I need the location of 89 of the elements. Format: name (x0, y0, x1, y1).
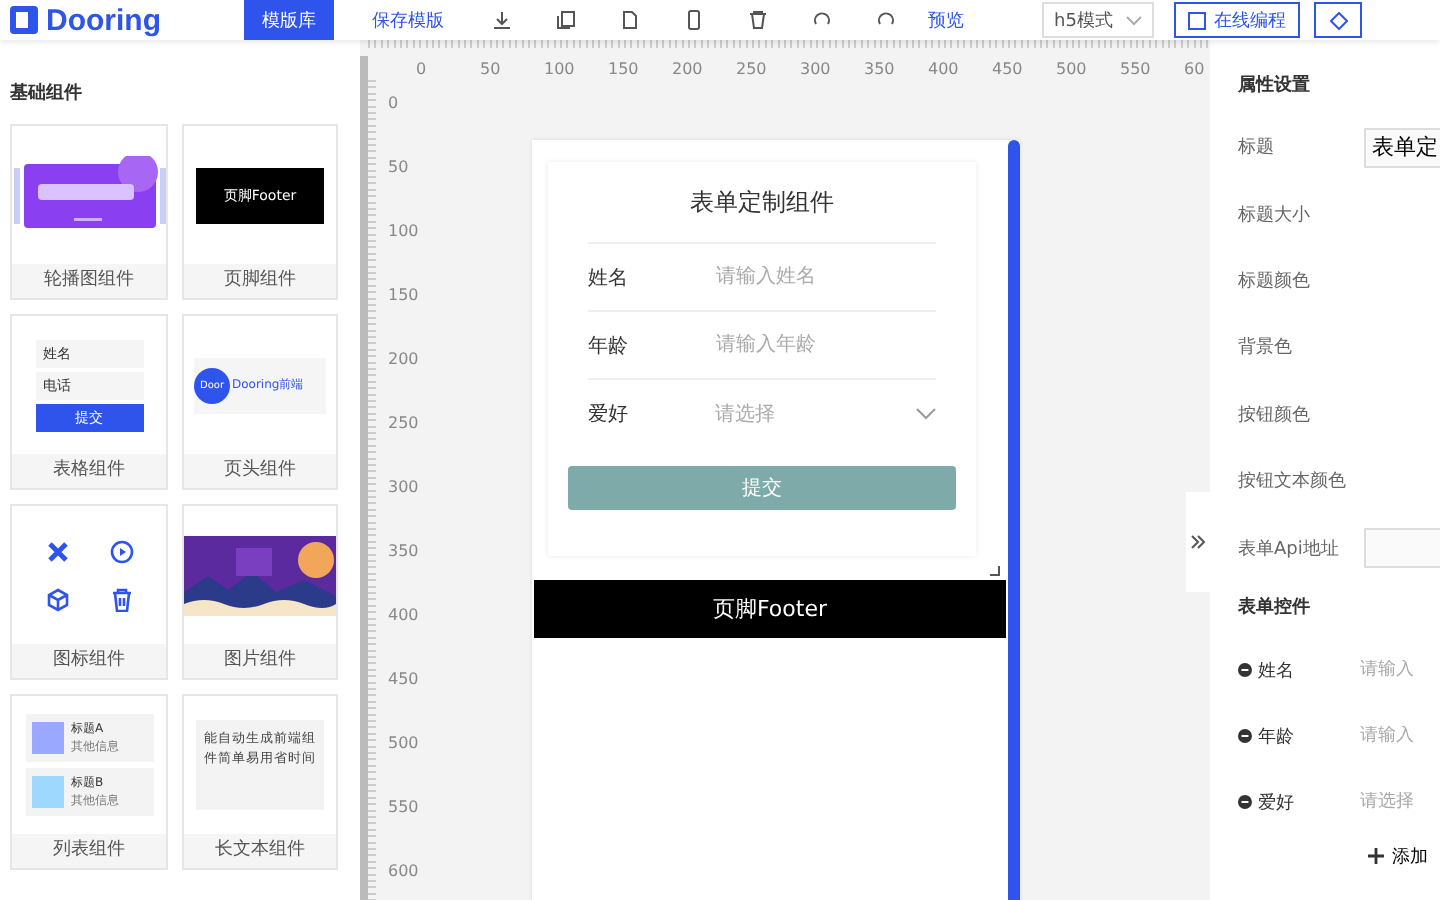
remove-icon[interactable] (1238, 660, 1252, 681)
footer-component[interactable]: 页脚Footer (534, 580, 1006, 638)
copy-icon[interactable] (556, 10, 576, 30)
ruler-label: 400 (928, 60, 961, 80)
panel-title: 属性设置 (1238, 73, 1312, 100)
download-icon[interactable] (492, 10, 512, 30)
form-title: 表单定制组件 (588, 162, 936, 244)
ruler-label: 450 (386, 670, 421, 692)
ruler-label: 50 (386, 158, 411, 180)
ruler-label: 0 (416, 60, 429, 80)
chevron-down-icon (916, 407, 936, 419)
control-label: 姓名 (1257, 659, 1296, 684)
cube-icon (45, 587, 69, 611)
ruler-label: 500 (1056, 60, 1089, 80)
ruler-label: 200 (386, 350, 421, 372)
component-card[interactable]: 图片组件 (182, 504, 338, 680)
ruler-label: 400 (386, 606, 421, 628)
property-input[interactable]: 表单定 (1364, 127, 1440, 168)
ruler-label: 0 (386, 94, 401, 116)
double-chevron-icon (1190, 534, 1206, 550)
property-input[interactable] (1364, 528, 1440, 569)
property-label: 表单Api地址 (1238, 537, 1341, 562)
ruler-label: 250 (386, 414, 421, 436)
trash-icon (109, 587, 133, 611)
ruler-label: 300 (800, 60, 833, 80)
property-label: 标题 (1238, 135, 1276, 161)
file-icon[interactable] (620, 10, 640, 30)
ruler-label: 100 (386, 222, 421, 244)
chevron-down-icon (1126, 15, 1142, 25)
input-field[interactable]: 请输入姓名 (716, 266, 936, 288)
form-card[interactable]: 表单定制组件 姓名 请输入姓名 年龄 请输入年龄 爱好 请选择 提交 (548, 162, 976, 556)
card-label: 页脚组件 (184, 264, 336, 298)
ruler-label: 60 (1184, 60, 1207, 80)
collapse-button[interactable] (1186, 492, 1210, 592)
property-label: 标题颜色 (1238, 269, 1312, 294)
card-label: 列表组件 (12, 834, 166, 868)
undo-icon[interactable] (812, 10, 832, 30)
property-label: 标题大小 (1238, 203, 1312, 228)
card-label: 表格组件 (12, 454, 166, 488)
property-label: 背景色 (1238, 335, 1294, 361)
panel-title: 基础组件 (10, 80, 84, 106)
ruler-label: 550 (386, 798, 421, 820)
phone-icon[interactable] (684, 10, 704, 30)
ruler-label: 550 (1120, 60, 1153, 80)
section-title: 表单控件 (1238, 594, 1312, 622)
diamond-icon (1329, 11, 1347, 29)
component-card[interactable]: 轮播图组件 (10, 124, 168, 300)
card-label: 轮播图组件 (12, 264, 166, 298)
field-label: 爱好 (588, 401, 630, 427)
ruler-label: 350 (864, 60, 897, 80)
card-label: 长文本组件 (184, 834, 336, 868)
resize-handle[interactable] (990, 566, 1000, 576)
field-label: 姓名 (588, 265, 630, 291)
ruler-label: 450 (992, 60, 1025, 80)
field-label: 年龄 (588, 333, 630, 359)
ruler-label: 300 (386, 478, 421, 500)
preview-button[interactable]: 预览 (918, 0, 974, 40)
redo-icon[interactable] (876, 10, 896, 30)
online-code-button[interactable]: 在线编程 (1174, 2, 1300, 38)
add-button[interactable]: 添加 (1364, 843, 1432, 870)
mode-select[interactable]: h5模式 (1042, 2, 1154, 38)
card-label: 图标组件 (12, 644, 166, 678)
plus-icon (1368, 848, 1384, 865)
ruler-label: 200 (672, 60, 705, 80)
ruler-label: 350 (386, 542, 421, 564)
property-label: 按钮颜色 (1238, 403, 1312, 428)
trash-icon[interactable] (748, 10, 768, 30)
ruler-label: 600 (386, 862, 421, 884)
save-template-button[interactable]: 保存模版 (362, 0, 454, 40)
ruler-label: 100 (544, 60, 577, 80)
remove-icon[interactable] (1238, 726, 1252, 747)
toolbar-button[interactable] (1314, 2, 1362, 38)
component-card[interactable]: 图标组件 (10, 504, 168, 680)
ruler-label: 150 (386, 286, 421, 308)
remove-icon[interactable] (1238, 792, 1252, 813)
ruler-label: 150 (608, 60, 641, 80)
scrollbar[interactable] (360, 56, 368, 900)
play-icon (109, 539, 133, 563)
card-label: 图片组件 (184, 644, 336, 678)
ruler-label: 250 (736, 60, 769, 80)
logo-text: Dooring (46, 3, 161, 37)
control-label: 爱好 (1257, 791, 1296, 816)
ruler-label: 50 (480, 60, 503, 80)
input-field[interactable]: 请输入年龄 (716, 334, 936, 356)
card-label: 页头组件 (184, 454, 336, 488)
property-label: 按钮文本颜色 (1238, 469, 1348, 495)
control-label: 年龄 (1257, 725, 1296, 750)
ruler-label: 500 (386, 734, 421, 756)
template-library-button[interactable]: 模版库 (244, 0, 334, 40)
